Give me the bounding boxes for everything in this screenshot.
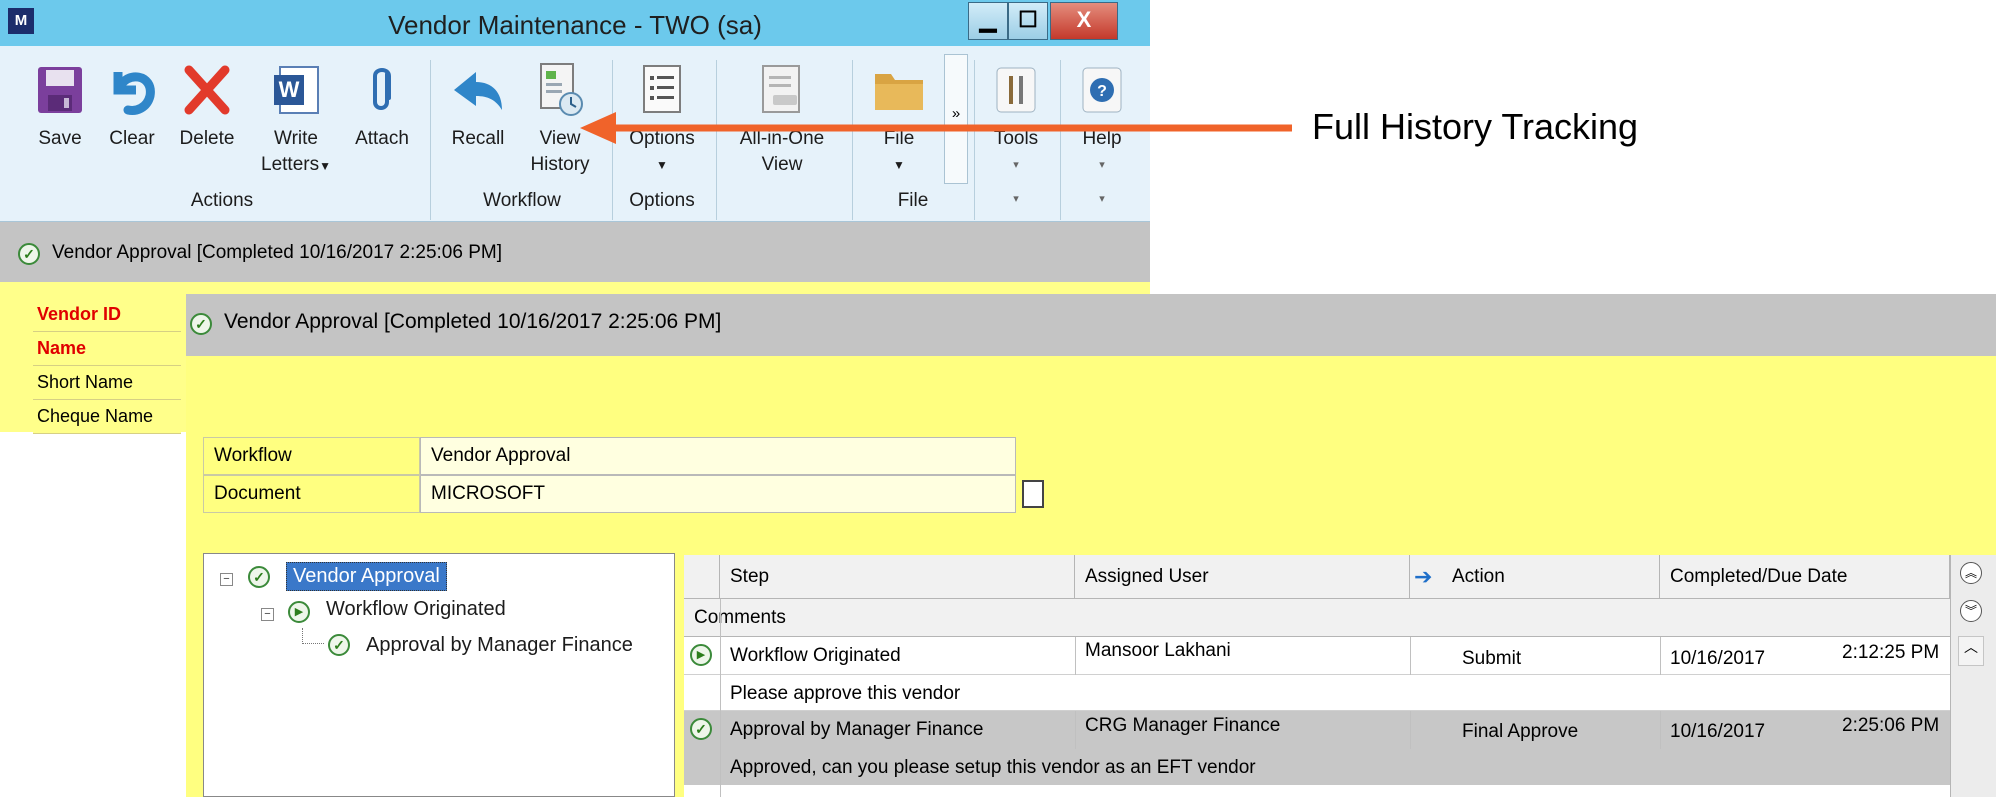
group-label-options: Options	[629, 190, 695, 211]
window-title: Vendor Maintenance - TWO (sa)	[388, 10, 762, 40]
column-header-assigned-user[interactable]: Assigned User	[1075, 555, 1410, 599]
ribbon-separator	[430, 60, 431, 220]
close-button[interactable]: X	[1050, 2, 1118, 40]
row-comment: Approved, can you please setup this vend…	[684, 749, 1950, 785]
workflow-value: Vendor Approval	[420, 437, 1016, 475]
dropdown-caret-icon: ▾	[1013, 159, 1019, 171]
group-label-workflow: Workflow	[483, 190, 561, 211]
grid-header-icon-col	[684, 555, 720, 599]
word-icon: W	[272, 60, 320, 120]
grid-column-divider	[1075, 711, 1076, 749]
column-header-step[interactable]: Step	[720, 555, 1075, 599]
grid-column-divider	[1660, 711, 1661, 749]
dropdown-arrow-icon: ▼	[656, 158, 668, 172]
comments-header: Comments	[684, 599, 1950, 637]
completed-check-icon: ✓	[690, 718, 712, 740]
document-label: Document	[203, 475, 420, 513]
dropdown-arrow-icon: ▼	[319, 159, 331, 173]
document-value: MICROSOFT	[420, 475, 1016, 513]
tree-connector	[302, 628, 324, 644]
tree-node-workflow-originated[interactable]: Workflow Originated	[326, 598, 506, 621]
row-comment: Please approve this vendor	[684, 675, 1950, 711]
app-logo-icon: M	[8, 8, 34, 34]
recall-button[interactable]: Recall	[440, 60, 516, 152]
grid-empty-space	[684, 785, 1950, 797]
attach-button[interactable]: Attach	[344, 60, 420, 152]
grid-column-divider	[1410, 711, 1411, 749]
document-note-icon[interactable]	[1022, 480, 1044, 508]
collapse-all-icon[interactable]: ︽	[1960, 562, 1982, 584]
group-label-file: File	[897, 190, 929, 211]
dropdown-caret-icon: ▾	[1099, 159, 1105, 171]
grid-scroll-column	[1950, 555, 1996, 797]
collapse-toggle-icon[interactable]: −	[261, 608, 274, 621]
grid-column-divider	[1075, 637, 1076, 675]
forward-arrow-icon[interactable]: ➔	[1414, 564, 1432, 590]
dropdown-arrow-icon: ▼	[893, 158, 905, 172]
grid-column-divider	[720, 599, 721, 797]
tree-node-vendor-approval[interactable]: Vendor Approval	[286, 562, 447, 591]
svg-text:W: W	[279, 77, 300, 102]
delete-x-icon	[181, 60, 233, 120]
row-assigned-user: Mansoor Lakhani	[1085, 640, 1231, 661]
callout-text: Full History Tracking	[1312, 106, 1639, 147]
svg-text:?: ?	[1097, 83, 1107, 100]
delete-button[interactable]: Delete	[172, 60, 242, 152]
title-bar: M Vendor Maintenance - TWO (sa) ▁ ☐ X	[0, 0, 1150, 46]
completed-check-icon: ✓	[248, 566, 270, 588]
start-play-icon: ▶	[288, 601, 310, 623]
row-date: 10/16/2017	[1670, 721, 1766, 742]
row-step: Approval by Manager Finance	[730, 719, 984, 740]
short-name-label: Short Name	[33, 366, 181, 400]
maximize-button[interactable]: ☐	[1008, 2, 1048, 40]
callout-arrow	[580, 112, 1292, 144]
scroll-up-arrow[interactable]: ︿	[1958, 636, 1984, 666]
cheque-name-label: Cheque Name	[33, 400, 181, 434]
collapse-toggle-icon[interactable]: −	[220, 573, 233, 586]
grid-column-divider	[1660, 637, 1661, 675]
completed-check-icon: ✓	[190, 313, 212, 335]
save-icon	[36, 60, 84, 120]
row-assigned-user: CRG Manager Finance	[1085, 715, 1281, 736]
grid-column-divider	[1410, 637, 1411, 675]
minimize-button[interactable]: ▁	[968, 2, 1008, 40]
workflow-label: Workflow	[203, 437, 420, 475]
row-date: 10/16/2017	[1670, 648, 1766, 669]
group-label-actions: Actions	[190, 190, 254, 211]
name-label: Name	[33, 332, 181, 366]
row-time: 2:12:25 PM	[1842, 642, 1940, 663]
history-document-icon	[535, 60, 585, 120]
vendor-id-label: Vendor ID	[33, 298, 181, 332]
group-expand-caret-icon[interactable]: ▾	[1066, 192, 1138, 205]
workflow-status-text: Vendor Approval [Completed 10/16/2017 2:…	[52, 242, 502, 263]
completed-check-icon: ✓	[328, 634, 350, 656]
row-step: Workflow Originated	[730, 645, 901, 666]
column-header-completed-due-date[interactable]: Completed/Due Date	[1660, 555, 1950, 599]
clear-button[interactable]: Clear	[100, 60, 164, 152]
row-action: Final Approve	[1462, 721, 1579, 742]
expand-all-icon[interactable]: ︾	[1960, 600, 1982, 622]
row-action: Submit	[1462, 648, 1522, 669]
history-header-text: Vendor Approval [Completed 10/16/2017 2:…	[224, 310, 722, 333]
write-letters-button[interactable]: W Write Letters▼	[254, 60, 338, 179]
recall-arrow-icon	[450, 60, 506, 120]
row-time: 2:25:06 PM	[1842, 715, 1940, 736]
undo-icon	[106, 60, 158, 120]
completed-check-icon: ✓	[18, 243, 40, 265]
column-header-action[interactable]: Action	[1410, 555, 1660, 599]
group-expand-caret-icon[interactable]: ▾	[980, 192, 1052, 205]
start-play-icon: ▶	[690, 644, 712, 666]
save-button[interactable]: Save	[28, 60, 92, 152]
tree-node-approval-manager-finance[interactable]: Approval by Manager Finance	[366, 634, 672, 657]
paperclip-icon	[367, 60, 397, 120]
